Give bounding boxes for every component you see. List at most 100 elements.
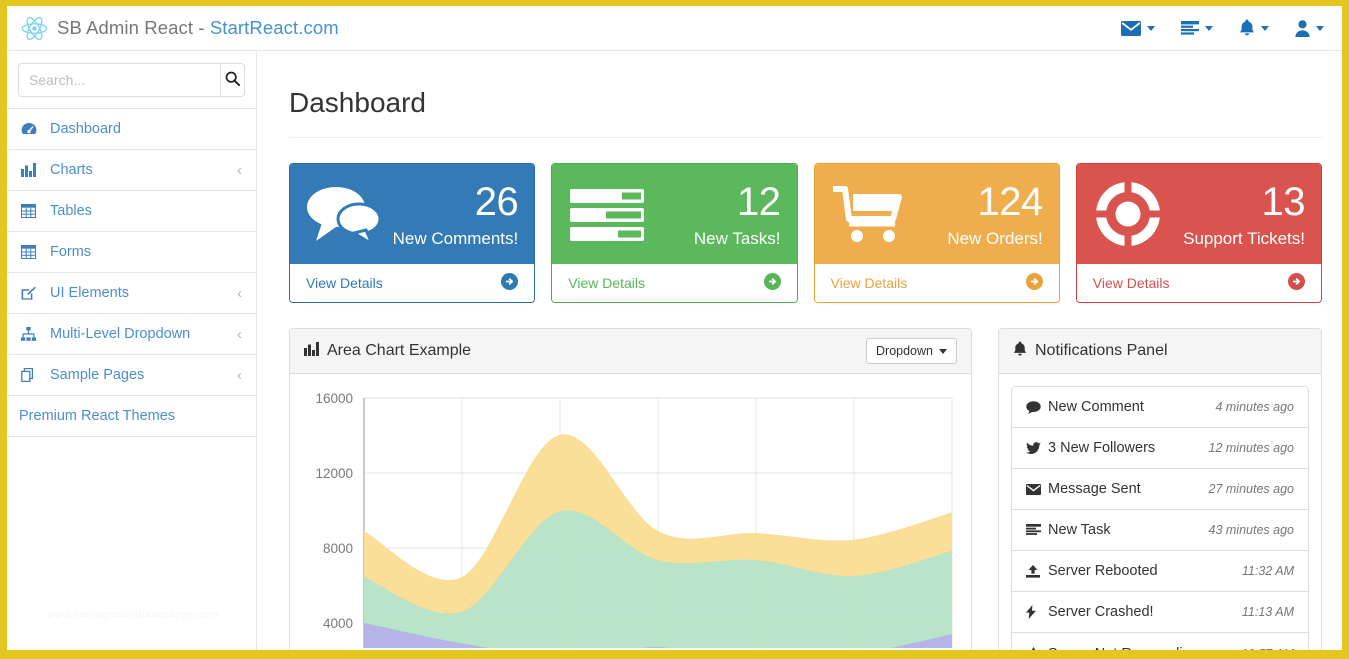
sidebar-item-ui-elements[interactable]: UI Elements ‹ <box>7 273 256 314</box>
sidebar-item-sample-pages[interactable]: Sample Pages ‹ <box>7 355 256 396</box>
comment-icon <box>1026 400 1048 414</box>
sidebar-item-multi-level-dropdown[interactable]: Multi-Level Dropdown ‹ <box>7 314 256 355</box>
panel-header: Notifications Panel <box>999 329 1321 374</box>
brand-title: SB Admin React - StartReact.com <box>57 17 339 39</box>
alerts-dropdown[interactable] <box>1239 19 1269 37</box>
view-details-label: View Details <box>568 275 646 291</box>
stat-card-new-tasks[interactable]: 12 New Tasks! View Details <box>551 163 798 303</box>
notification-row[interactable]: Server Crashed! 11:13 AM <box>1012 592 1308 633</box>
sidebar-item-dashboard[interactable]: Dashboard <box>7 109 256 150</box>
bolt-icon <box>1026 605 1048 619</box>
stat-card-body: 26 New Comments! <box>290 164 535 264</box>
notification-label: Message Sent <box>1048 481 1141 497</box>
navbar-right <box>1121 19 1342 37</box>
svg-text:8000: 8000 <box>323 541 353 556</box>
sidebar-nav: Dashboard Charts ‹ Tables Forms UI Eleme… <box>7 108 256 437</box>
search-button[interactable] <box>220 63 245 97</box>
area-chart[interactable]: 4000 8000 12000 16000 <box>304 388 957 650</box>
sitemap-icon <box>21 327 41 341</box>
notification-time: 27 minutes ago <box>1208 482 1294 496</box>
search-input[interactable] <box>18 63 220 97</box>
notification-row[interactable]: Server Not Responding10:57 AM <box>1012 633 1308 650</box>
view-details-link[interactable]: View Details <box>552 264 797 302</box>
arrow-circle-right-icon <box>1025 273 1043 293</box>
stat-card-support-tickets[interactable]: 13 Support Tickets! View Details <box>1075 163 1322 303</box>
notifications-panel: Notifications Panel New Comment 4 minutes… <box>998 328 1322 650</box>
messages-dropdown[interactable] <box>1121 20 1155 36</box>
lifering-icon <box>1093 179 1163 249</box>
bell-icon <box>1013 341 1027 362</box>
files-icon <box>21 368 41 382</box>
view-details-label: View Details <box>830 275 908 291</box>
panel-body: New Comment 4 minutes ago 3 New Followers 1… <box>999 374 1321 650</box>
react-atom-icon <box>21 15 48 42</box>
view-details-link[interactable]: View Details <box>814 264 1059 302</box>
sidebar-item-label: Multi-Level Dropdown <box>50 326 191 342</box>
panel-title: Area Chart Example <box>304 341 472 361</box>
sidebar-item-premium-react-themes[interactable]: Premium React Themes <box>7 396 256 437</box>
chevron-left-icon: ‹ <box>237 161 242 179</box>
stat-card-number: 13 <box>1261 179 1306 224</box>
bar-chart-icon <box>21 163 41 177</box>
stat-card-values: 12 New Tasks! <box>646 182 781 248</box>
app-frame: SB Admin React - StartReact.com Search..… <box>0 0 1349 659</box>
watermark: www.heritagechristiancollege.com <box>47 609 218 621</box>
svg-text:16000: 16000 <box>315 391 353 406</box>
stat-card-label: New Orders! <box>947 228 1043 248</box>
user-dropdown[interactable] <box>1295 19 1324 37</box>
view-details-link[interactable]: View Details <box>290 264 535 302</box>
notification-label: Server Crashed! <box>1048 604 1154 620</box>
notification-row[interactable]: Server Rebooted 11:32 AM <box>1012 551 1308 592</box>
arrow-circle-right-icon <box>763 273 781 293</box>
stat-card-new-orders[interactable]: 124 New Orders! View Details <box>813 163 1060 303</box>
panel-title-label: Area Chart Example <box>327 342 472 359</box>
sidebar-item-label: Sample Pages <box>50 367 145 383</box>
brand[interactable]: SB Admin React - StartReact.com <box>7 15 339 42</box>
tachometer-icon <box>21 122 41 136</box>
chart-dropdown-button[interactable]: Dropdown <box>866 338 957 364</box>
brand-link[interactable]: StartReact.com <box>210 17 339 38</box>
sidebar-item-forms[interactable]: Forms <box>7 232 256 273</box>
stat-card-label: New Tasks! <box>693 228 781 248</box>
view-details-link[interactable]: View Details <box>1076 264 1321 302</box>
stat-cards: 26 New Comments! View Details 12 New Tas… <box>289 163 1322 303</box>
bell-icon <box>1239 19 1255 37</box>
table-icon <box>21 245 41 259</box>
notification-time: 43 minutes ago <box>1208 523 1294 537</box>
stat-card-number: 26 <box>474 179 519 224</box>
sidebar-item-label: Premium React Themes <box>19 408 176 424</box>
notification-row[interactable]: New Comment 4 minutes ago <box>1012 387 1308 428</box>
sidebar-item-label: Charts <box>50 162 93 178</box>
notification-row[interactable]: New Task 43 minutes ago <box>1012 510 1308 551</box>
tasks-list-icon <box>1026 524 1048 536</box>
sidebar-item-label: Tables <box>50 203 92 219</box>
svg-text:4000: 4000 <box>323 616 353 631</box>
warning-icon <box>1026 647 1048 650</box>
arrow-circle-right-icon <box>501 273 519 293</box>
stat-card-label: New Comments! <box>392 228 519 248</box>
bar-chart-icon <box>304 341 319 361</box>
sidebar-search <box>7 51 256 108</box>
stat-card-values: 26 New Comments! <box>381 179 519 248</box>
stat-card-body: 13 Support Tickets! <box>1076 164 1321 264</box>
table-icon <box>21 204 41 218</box>
notification-row[interactable]: 3 New Followers 12 minutes ago <box>1012 428 1308 469</box>
arrow-circle-right-icon <box>1288 273 1305 293</box>
search-icon <box>225 71 241 89</box>
stat-card-new-comments[interactable]: 26 New Comments! View Details <box>289 163 536 303</box>
sidebar-item-label: Dashboard <box>50 121 121 137</box>
notification-row[interactable]: Message Sent 27 minutes ago <box>1012 469 1308 510</box>
stat-card-label: Support Tickets! <box>1183 228 1305 248</box>
chevron-left-icon: ‹ <box>237 366 242 384</box>
tasks-list-icon <box>1181 20 1199 36</box>
stat-card-values: 13 Support Tickets! <box>1163 182 1305 247</box>
envelope-icon <box>1026 483 1048 495</box>
sidebar-item-tables[interactable]: Tables <box>7 191 256 232</box>
dropdown-label: Dropdown <box>876 344 933 358</box>
upload-icon <box>1026 564 1048 578</box>
twitter-icon <box>1026 441 1048 455</box>
sidebar-item-charts[interactable]: Charts ‹ <box>7 150 256 191</box>
notification-time: 4 minutes ago <box>1215 400 1294 414</box>
chevron-down-icon <box>1316 25 1324 31</box>
tasks-dropdown[interactable] <box>1181 20 1213 36</box>
